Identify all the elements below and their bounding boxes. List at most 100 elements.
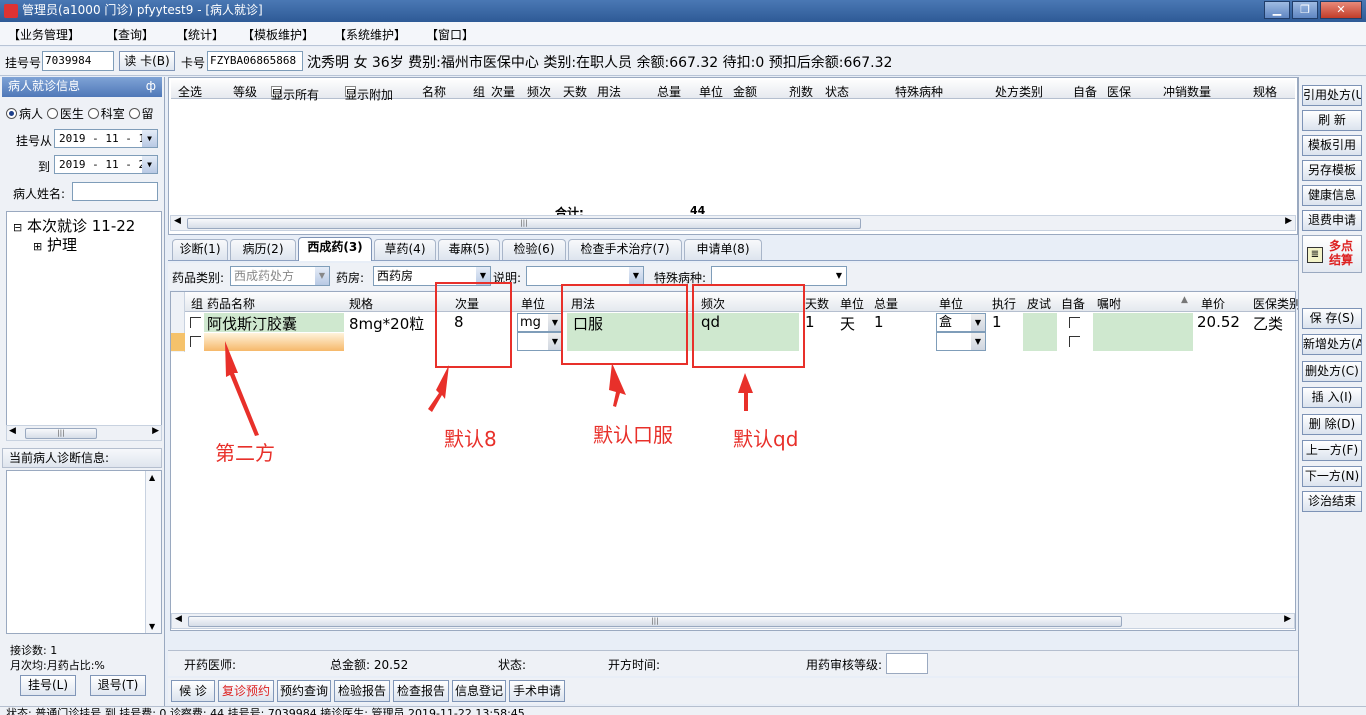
annotation-arrows bbox=[225, 341, 753, 436]
menu-bar: 【业务管理】 【查询】 【统计】 【模板维护】 【系统维护】 【窗口】 bbox=[0, 22, 1366, 46]
waiting-button[interactable]: 候 诊 bbox=[171, 680, 215, 702]
health-info-button[interactable]: 健康信息 bbox=[1302, 185, 1362, 206]
left-panel: 病人就诊信息 ф 病人 医生 科室 留 挂号从 2019 - 11 - 15 ▼ … bbox=[0, 77, 165, 715]
save-button[interactable]: 保 存(S) bbox=[1302, 308, 1362, 329]
status-label: 状态: bbox=[498, 658, 527, 672]
doctor-label: 开药医师: bbox=[184, 658, 237, 672]
new-rx-button[interactable]: 新增处方(A) bbox=[1302, 334, 1362, 355]
main-area: 全选 等级 显示所有 显示附加 名称 组 次量 频次 天数 用法 总量 单位 金… bbox=[168, 77, 1301, 715]
followup-button[interactable]: 复诊预约 bbox=[218, 680, 274, 702]
title-bar: 管理员(a1000 门诊) pfyytest9 - [病人就诊] ▁ ❐ ✕ bbox=[0, 0, 1366, 22]
scroll-up-icon[interactable]: ▲ bbox=[149, 473, 155, 482]
template-cite-button[interactable]: 模板引用 bbox=[1302, 135, 1362, 156]
review-level-input[interactable] bbox=[886, 653, 928, 674]
from-label: 挂号从 bbox=[16, 134, 53, 148]
insert-button[interactable]: 插 入(I) bbox=[1302, 387, 1362, 408]
multi-settle-label: 多点结算 bbox=[1329, 239, 1354, 267]
visit-info-title: 病人就诊信息 bbox=[8, 79, 81, 93]
minimize-button[interactable]: ▁ bbox=[1264, 1, 1290, 19]
diag-info-box[interactable]: ▲ ▼ bbox=[6, 470, 162, 634]
radio-patient[interactable]: 病人 bbox=[6, 107, 43, 121]
patient-info: 沈秀明 女 36岁 费别:福州市医保中心 类别:在职人员 余额:667.32 待… bbox=[307, 55, 893, 71]
radio-stay[interactable]: 留 bbox=[128, 107, 154, 121]
appointment-query-button[interactable]: 预约查询 bbox=[277, 680, 331, 702]
menu-stats[interactable]: 【统计】 bbox=[176, 26, 224, 43]
visit-info-header: 病人就诊信息 ф bbox=[2, 77, 162, 97]
visit-tree: ⊟ 本次就诊 11-22 ⊞ 护理 bbox=[6, 211, 162, 441]
exam-report-button[interactable]: 检查报告 bbox=[393, 680, 449, 702]
annotation-default-usage: 默认口服 bbox=[593, 423, 673, 447]
card-no-input[interactable]: FZYBA06865868 bbox=[207, 51, 303, 71]
scroll-thumb[interactable]: ||| bbox=[188, 616, 1122, 627]
menu-business[interactable]: 【业务管理】 bbox=[8, 26, 80, 43]
rx-time-label: 开方时间: bbox=[608, 658, 661, 672]
to-label: 到 bbox=[38, 160, 51, 174]
prev-rx-button[interactable]: 上一方(F) bbox=[1302, 440, 1362, 461]
patient-name-input[interactable] bbox=[72, 182, 158, 201]
to-date-picker[interactable]: 2019 - 11 - 22 ▼ bbox=[54, 155, 158, 174]
save-template-button[interactable]: 另存模板 bbox=[1302, 160, 1362, 181]
radio-off-icon bbox=[46, 108, 58, 119]
status-text: 状态: 普通门诊挂号 到 挂号费: 0 诊察费: 44 挂号号: 7039984… bbox=[6, 707, 525, 715]
unregister-button[interactable]: 退号(T) bbox=[90, 675, 146, 696]
menu-window[interactable]: 【窗口】 bbox=[426, 26, 474, 43]
radio-on-icon bbox=[6, 108, 17, 119]
menu-system[interactable]: 【系统维护】 bbox=[334, 26, 406, 43]
tree-root[interactable]: ⊟ 本次就诊 11-22 bbox=[13, 215, 135, 236]
multi-settle-button[interactable]: ≣ 多点结算 bbox=[1302, 235, 1362, 273]
chevron-down-icon[interactable]: ▼ bbox=[142, 130, 157, 147]
close-button[interactable]: ✕ bbox=[1320, 1, 1362, 19]
finish-visit-button[interactable]: 诊治结束 bbox=[1302, 491, 1362, 512]
delete-button[interactable]: 删 除(D) bbox=[1302, 414, 1362, 435]
scroll-left-icon[interactable]: ◀ bbox=[175, 614, 182, 624]
visit-count: 接诊数: 1 bbox=[10, 644, 58, 657]
collapse-icon[interactable]: ⊟ bbox=[13, 221, 22, 234]
radio-off-icon bbox=[87, 108, 99, 119]
status-bar: 状态: 普通门诊挂号 到 挂号费: 0 诊察费: 44 挂号号: 7039984… bbox=[0, 706, 1366, 715]
radio-doctor[interactable]: 医生 bbox=[46, 107, 84, 121]
filter-radios: 病人 医生 科室 留 bbox=[6, 105, 154, 122]
chevron-down-icon[interactable]: ▼ bbox=[142, 156, 157, 173]
radio-off-icon bbox=[128, 108, 140, 119]
info-register-button[interactable]: 信息登记 bbox=[452, 680, 506, 702]
expand-icon[interactable]: ⊞ bbox=[33, 240, 42, 253]
delete-rx-button[interactable]: 删处方(C) bbox=[1302, 361, 1362, 382]
pin-icon[interactable]: ф bbox=[146, 77, 156, 96]
arrow-freq bbox=[738, 373, 753, 411]
app-icon bbox=[4, 4, 18, 18]
diag-vscroll[interactable]: ▲ ▼ bbox=[145, 471, 161, 633]
annotation-default-freq: 默认qd bbox=[733, 427, 799, 451]
read-card-button[interactable]: 读 卡(B) bbox=[119, 51, 175, 71]
arrow-usage bbox=[609, 363, 626, 407]
refresh-button[interactable]: 刷 新 bbox=[1302, 110, 1362, 131]
diag-header: 当前病人诊断信息: bbox=[2, 448, 162, 468]
scroll-right-icon[interactable]: ▶ bbox=[1284, 614, 1291, 624]
patient-bar: 挂号号 7039984 读 卡(B) 卡号 FZYBA06865868 沈秀明 … bbox=[0, 47, 1366, 76]
scroll-left-icon[interactable]: ◀ bbox=[9, 426, 16, 436]
total-amount: 总金额: 20.52 bbox=[330, 658, 409, 672]
rx-hscroll[interactable]: ◀ ||| ▶ bbox=[171, 613, 1295, 629]
arrow-second-rx bbox=[225, 341, 259, 436]
refund-request-button[interactable]: 退费申请 bbox=[1302, 210, 1362, 231]
card-no-label: 卡号 bbox=[181, 56, 206, 70]
annotation-second-rx: 第二方 bbox=[215, 441, 275, 465]
scroll-thumb[interactable]: ||| bbox=[25, 428, 97, 439]
reg-no-input[interactable]: 7039984 bbox=[42, 51, 114, 71]
menu-query[interactable]: 【查询】 bbox=[106, 26, 154, 43]
scroll-down-icon[interactable]: ▼ bbox=[149, 622, 155, 631]
tree-hscroll[interactable]: ◀ ||| ▶ bbox=[6, 425, 162, 441]
from-date-picker[interactable]: 2019 - 11 - 15 ▼ bbox=[54, 129, 158, 148]
scroll-right-icon[interactable]: ▶ bbox=[152, 426, 159, 436]
next-rx-button[interactable]: 下一方(N) bbox=[1302, 466, 1362, 487]
reg-no-label: 挂号号 bbox=[5, 56, 42, 70]
menu-template[interactable]: 【模板维护】 bbox=[242, 26, 314, 43]
cite-rx-button[interactable]: 引用处方(U) bbox=[1302, 85, 1362, 106]
lab-report-button[interactable]: 检验报告 bbox=[334, 680, 390, 702]
arrow-dose bbox=[428, 365, 449, 412]
review-level-label: 用药审核等级: bbox=[806, 658, 883, 672]
tree-child-nursing[interactable]: ⊞ 护理 bbox=[33, 234, 77, 255]
radio-dept[interactable]: 科室 bbox=[87, 107, 125, 121]
maximize-button[interactable]: ❐ bbox=[1292, 1, 1318, 19]
surgery-request-button[interactable]: 手术申请 bbox=[509, 680, 565, 702]
register-button[interactable]: 挂号(L) bbox=[20, 675, 76, 696]
